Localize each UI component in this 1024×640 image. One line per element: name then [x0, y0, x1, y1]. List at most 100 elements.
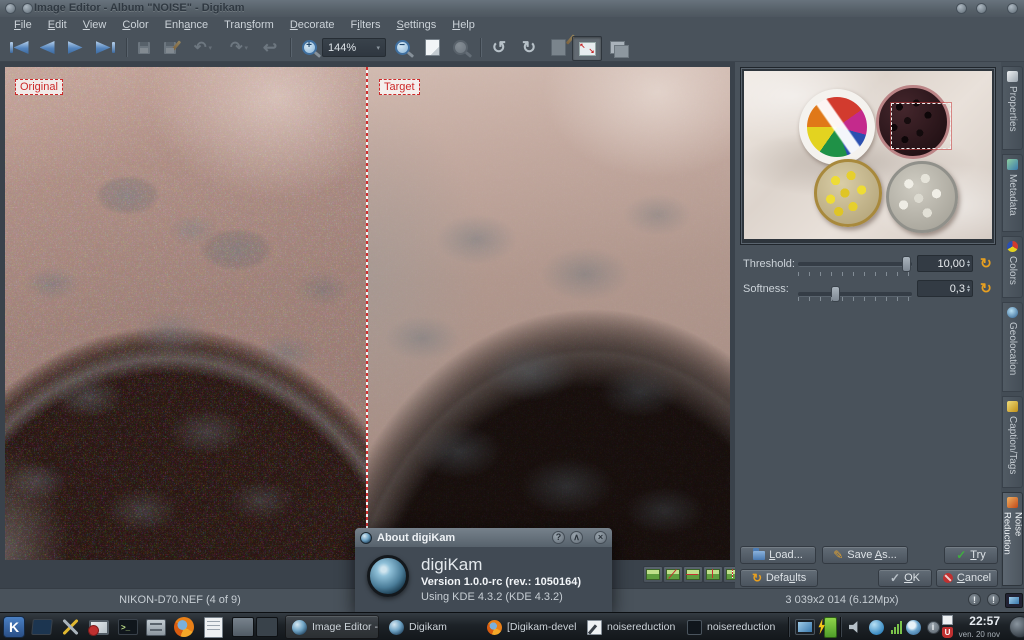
- fit-to-window-button[interactable]: [420, 36, 444, 59]
- help-button[interactable]: ?: [552, 531, 565, 544]
- zoom-in-button[interactable]: +: [297, 36, 321, 59]
- undo-button[interactable]: ↶▾: [188, 36, 218, 59]
- menu-decorate[interactable]: Decorate: [282, 18, 343, 32]
- konsole-launcher[interactable]: [30, 615, 54, 639]
- threshold-slider[interactable]: [798, 262, 912, 267]
- system-tools-launcher[interactable]: [58, 615, 82, 639]
- rotate-right-button[interactable]: ↻: [516, 36, 542, 59]
- preview-mode-diagonal-button[interactable]: [663, 566, 683, 583]
- display-tray-icon[interactable]: [793, 615, 817, 639]
- menu-file[interactable]: File: [6, 18, 40, 32]
- window-menu-button[interactable]: [5, 3, 16, 14]
- shade-button[interactable]: ∧: [570, 531, 583, 544]
- tab-noise-reduction[interactable]: Noise Reduction: [1002, 492, 1023, 586]
- color-managed-view-button[interactable]: [1005, 593, 1023, 608]
- firefox-launcher[interactable]: [172, 615, 196, 639]
- tab-geolocation[interactable]: Geolocation: [1002, 302, 1023, 392]
- defaults-button[interactable]: ↺ Defaults: [740, 569, 818, 587]
- task-digikam-devel[interactable]: [Digikam-devel: [481, 615, 578, 639]
- menu-enhance[interactable]: Enhance: [157, 18, 216, 32]
- save-as-button-panel[interactable]: ✎ Save As...: [822, 546, 908, 564]
- plasma-cashew[interactable]: [1009, 616, 1024, 638]
- softness-reset-button[interactable]: ↺: [980, 281, 992, 295]
- tab-caption-tags[interactable]: Caption/Tags: [1002, 396, 1023, 488]
- zoom-level-combo[interactable]: 144%▾: [322, 38, 386, 57]
- window-pin-button[interactable]: [22, 3, 33, 14]
- original-image-pane[interactable]: [5, 67, 366, 560]
- shield-icon: U: [942, 627, 953, 638]
- preview-mode-vsplit-button[interactable]: [703, 566, 723, 583]
- preview-mode-hsplit-button[interactable]: [683, 566, 703, 583]
- minimize-button[interactable]: [956, 3, 967, 14]
- menu-settings[interactable]: Settings: [388, 18, 444, 32]
- slideshow-button[interactable]: [604, 36, 630, 59]
- about-dialog-titlebar[interactable]: About digiKam ? ∧ ×: [355, 528, 612, 547]
- redo-button[interactable]: ↷▾: [224, 36, 254, 59]
- underexposure-indicator-button[interactable]: !: [968, 593, 981, 606]
- menu-filters[interactable]: Filters: [343, 18, 389, 32]
- last-image-button[interactable]: [92, 36, 118, 59]
- task-image-editor[interactable]: Image Editor - A: [285, 615, 379, 639]
- menu-help[interactable]: Help: [444, 18, 483, 32]
- menu-view[interactable]: View: [75, 18, 115, 32]
- task-label: Digikam: [409, 621, 447, 633]
- tab-metadata[interactable]: Metadata: [1002, 154, 1023, 232]
- first-image-button[interactable]: [6, 36, 32, 59]
- document-icon: [204, 617, 223, 638]
- softness-spinbox[interactable]: 0,3 ▴▾: [917, 280, 973, 297]
- threshold-slider-ticks: [798, 272, 912, 276]
- try-button[interactable]: ✓ Try: [944, 546, 998, 564]
- threshold-reset-button[interactable]: ↺: [980, 256, 992, 270]
- close-dialog-button[interactable]: ×: [594, 531, 607, 544]
- crop-button[interactable]: [546, 36, 570, 59]
- spin-arrows-icon[interactable]: ▴▾: [967, 260, 970, 268]
- threshold-spinbox[interactable]: 10,00 ▴▾: [917, 255, 973, 272]
- previous-image-button[interactable]: [36, 36, 58, 59]
- save-as-button[interactable]: [158, 36, 182, 59]
- preview-mode-full-button[interactable]: [643, 566, 663, 583]
- task-noisereduction-konsole[interactable]: noisereduction: [681, 615, 781, 639]
- menu-color[interactable]: Color: [114, 18, 156, 32]
- system-settings-launcher[interactable]: [87, 615, 111, 639]
- preview-thumbnail[interactable]: [744, 71, 992, 239]
- update-notifier-tray-icon[interactable]: U: [942, 627, 953, 638]
- menu-transform[interactable]: Transform: [216, 18, 282, 32]
- tab-properties[interactable]: Properties: [1002, 66, 1023, 150]
- task-noisereduction-kwrite[interactable]: noisereduction: [581, 615, 678, 639]
- menu-edit[interactable]: Edit: [40, 18, 75, 32]
- overexposure-indicator-button[interactable]: !: [987, 593, 1000, 606]
- softness-slider-ticks: [798, 297, 912, 301]
- documents-launcher[interactable]: [201, 615, 225, 639]
- rotate-left-button[interactable]: ↺: [486, 36, 512, 59]
- desktop-2-cell[interactable]: [256, 617, 278, 637]
- target-image-pane[interactable]: [368, 67, 730, 560]
- ok-button[interactable]: ✓ OK: [878, 569, 932, 587]
- cancel-button[interactable]: Cancel: [936, 569, 998, 587]
- save-button[interactable]: [133, 36, 155, 59]
- terminal-launcher[interactable]: >_: [116, 615, 140, 639]
- spin-arrows-icon[interactable]: ▴▾: [967, 285, 970, 293]
- battery-tray-icon[interactable]: [818, 615, 842, 639]
- klipper-tray-icon[interactable]: [942, 615, 953, 625]
- next-image-button[interactable]: [64, 36, 86, 59]
- revert-button[interactable]: ↩: [258, 36, 282, 59]
- window-titlebar[interactable]: Image Editor - Album "NOISE" - Digikam: [0, 0, 1024, 17]
- load-button[interactable]: Load...: [740, 546, 816, 564]
- zoom-out-button[interactable]: −: [390, 36, 414, 59]
- desktop-1-cell[interactable]: [232, 617, 254, 637]
- task-digikam[interactable]: Digikam: [383, 615, 478, 639]
- tab-colors[interactable]: Colors: [1002, 236, 1023, 298]
- noise-texture-overlay: [5, 67, 366, 560]
- fullscreen-toggle-button[interactable]: ↖↘: [572, 36, 602, 61]
- fit-to-selection-button[interactable]: [448, 36, 472, 59]
- slideshow-icon: [610, 41, 625, 54]
- maximize-button[interactable]: [976, 3, 987, 14]
- exclaim-glyph: !: [973, 595, 976, 605]
- kmenu-button[interactable]: K: [2, 615, 26, 639]
- zoom-region-marker[interactable]: [891, 103, 951, 149]
- file-manager-launcher[interactable]: [144, 615, 168, 639]
- threshold-slider-handle[interactable]: [902, 256, 911, 272]
- preview-split-separator[interactable]: [366, 67, 368, 560]
- close-button[interactable]: [1007, 3, 1018, 14]
- digital-clock[interactable]: 22:57 ven. 20 nov: [959, 615, 1000, 640]
